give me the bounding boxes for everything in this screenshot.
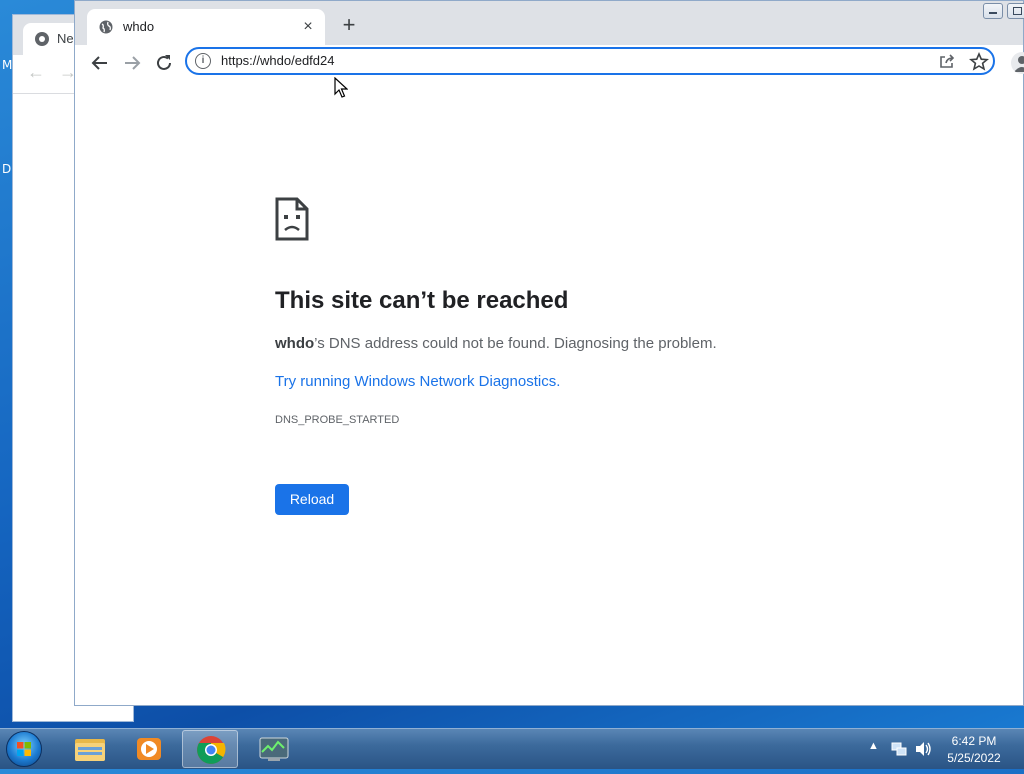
start-button[interactable] [6, 731, 42, 767]
new-tab-button[interactable]: + [337, 14, 361, 38]
windows-logo-icon [17, 742, 31, 756]
browser-toolbar: i https://whdo/edfd24 [75, 45, 1024, 82]
maximize-button[interactable] [1007, 3, 1024, 19]
task-manager-icon [259, 737, 289, 761]
error-heading: This site can’t be reached [275, 287, 569, 314]
error-code: DNS_PROBE_STARTED [275, 414, 400, 426]
volume-icon[interactable] [914, 740, 932, 758]
reload-button[interactable] [152, 51, 176, 75]
browser-window: whdo × + i https://whdo/edfd24 This site… [74, 0, 1024, 706]
show-hidden-icons-button[interactable]: ▲ [868, 740, 879, 752]
error-message: whdo’s DNS address could not be found. D… [275, 335, 717, 352]
address-bar[interactable]: i https://whdo/edfd24 [185, 47, 995, 75]
tab-active[interactable]: whdo × [87, 9, 325, 45]
tab-strip: whdo × + [75, 1, 1024, 45]
error-message-text: ’s DNS address could not be found. Diagn… [314, 335, 717, 352]
chrome-icon [35, 32, 49, 46]
clock-date[interactable]: 5/25/2022 [934, 751, 1014, 765]
folder-icon [75, 739, 105, 761]
background-tab-title: Ne [57, 31, 74, 46]
profile-avatar[interactable] [1011, 52, 1024, 74]
taskbar-task-manager-button[interactable] [246, 730, 302, 768]
error-page: This site can’t be reached whdo’s DNS ad… [75, 81, 1023, 705]
taskbar-explorer-button[interactable] [62, 730, 118, 768]
bookmark-star-icon[interactable] [969, 52, 989, 72]
network-icon[interactable] [890, 740, 908, 758]
clock-time[interactable]: 6:42 PM [934, 734, 1014, 748]
forward-button[interactable] [120, 51, 144, 75]
media-player-icon [137, 738, 161, 760]
error-host: whdo [275, 335, 315, 352]
taskbar: ▲ 6:42 PM 5/25/2022 [0, 728, 1024, 769]
back-arrow-icon[interactable]: ← [27, 62, 45, 83]
desktop-icon-label-fragment: M [2, 58, 13, 72]
chrome-icon [197, 736, 226, 764]
mouse-cursor-icon [334, 77, 348, 98]
close-tab-icon[interactable]: × [297, 16, 319, 38]
avatar-icon [1014, 56, 1024, 72]
share-icon[interactable] [937, 52, 957, 72]
address-url[interactable]: https://whdo/edfd24 [221, 53, 334, 68]
minimize-icon [989, 12, 997, 14]
desktop-icon-label-fragment: D [2, 162, 12, 176]
site-info-icon[interactable]: i [195, 53, 211, 69]
taskbar-chrome-button[interactable] [182, 730, 238, 768]
reload-page-button[interactable]: Reload [275, 484, 349, 515]
globe-icon [99, 20, 113, 34]
tab-title: whdo [123, 19, 155, 34]
back-button[interactable] [88, 51, 112, 75]
taskbar-media-player-button[interactable] [122, 730, 178, 768]
maximize-icon [1013, 7, 1022, 15]
network-diagnostics-link[interactable]: Try running Windows Network Diagnostics. [275, 373, 560, 390]
sad-page-icon [275, 197, 309, 241]
minimize-button[interactable] [983, 3, 1003, 19]
